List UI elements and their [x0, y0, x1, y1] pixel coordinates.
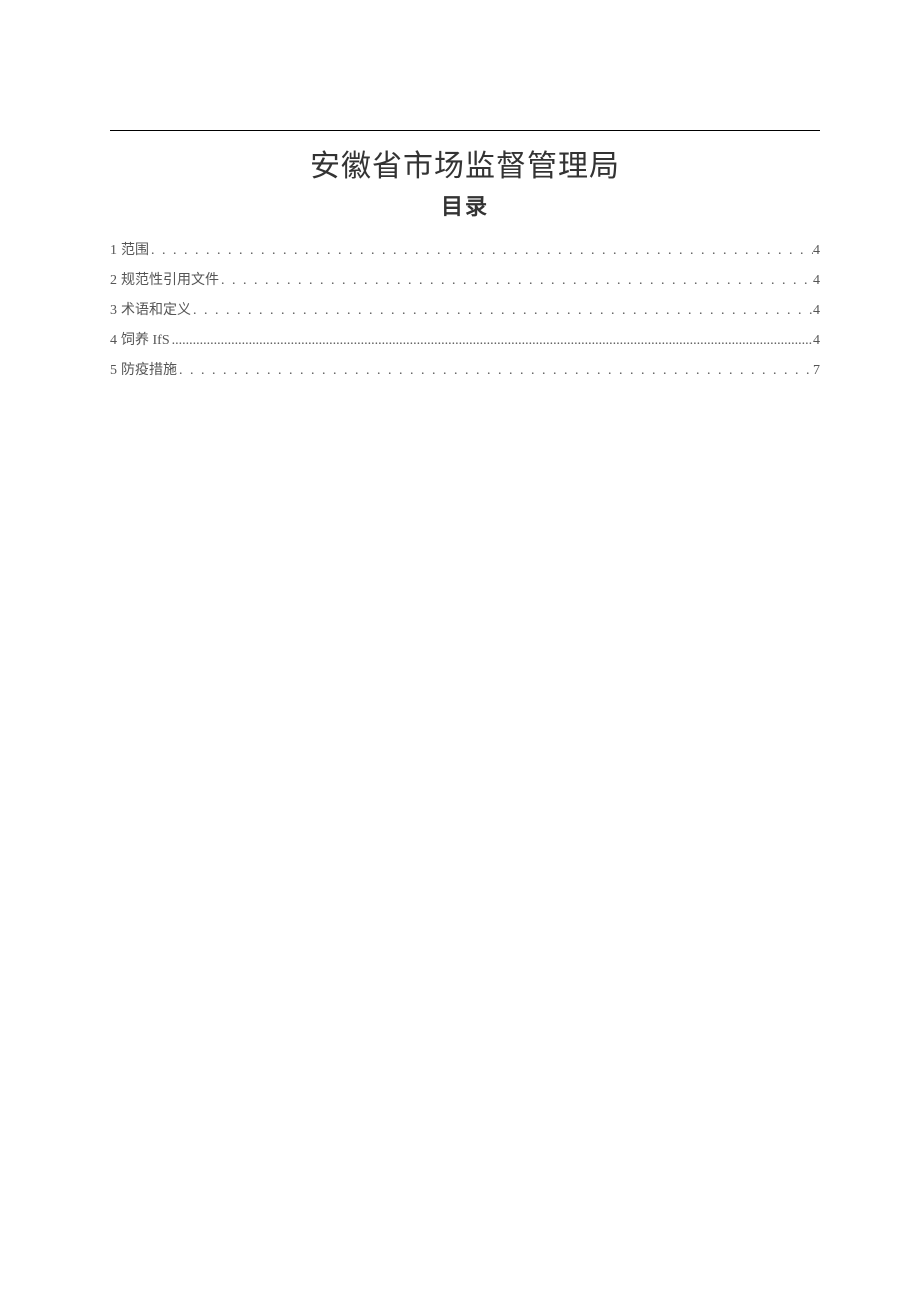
- toc-entry: 2 规范性引用文件 4: [110, 269, 820, 289]
- toc-page: 4: [813, 243, 820, 259]
- toc-number: 4: [110, 333, 117, 349]
- toc-page: 4: [813, 333, 820, 349]
- toc-entry: 3 术语和定义 4: [110, 299, 820, 319]
- toc-page: 4: [813, 273, 820, 289]
- toc-entry: 4 饲养 IfS 4: [110, 329, 820, 349]
- toc-leader: [219, 273, 813, 289]
- toc-leader: [177, 363, 813, 379]
- toc-number: 5: [110, 363, 117, 379]
- toc-entry: 1 范围 4: [110, 239, 820, 259]
- toc-text: 术语和定义: [121, 299, 191, 319]
- toc-leader: [149, 243, 813, 259]
- toc-leader: [170, 333, 813, 349]
- toc-text: 防疫措施: [121, 359, 177, 379]
- table-of-contents: 1 范围 4 2 规范性引用文件 4 3 术语和定义 4 4 饲养 IfS 4 …: [110, 239, 820, 379]
- header-divider: [110, 130, 820, 131]
- toc-page: 4: [813, 303, 820, 319]
- toc-text: 范围: [121, 239, 149, 259]
- page-subtitle: 目录: [110, 189, 820, 221]
- toc-text: 规范性引用文件: [121, 269, 219, 289]
- toc-leader: [191, 303, 813, 319]
- page-title: 安徽省市场监督管理局: [110, 141, 820, 185]
- document-page: 安徽省市场监督管理局 目录 1 范围 4 2 规范性引用文件 4 3 术语和定义…: [0, 0, 920, 379]
- toc-number: 3: [110, 303, 117, 319]
- toc-text: 饲养 IfS: [121, 329, 170, 349]
- toc-number: 2: [110, 273, 117, 289]
- toc-number: 1: [110, 243, 117, 259]
- toc-entry: 5 防疫措施 7: [110, 359, 820, 379]
- toc-page: 7: [813, 363, 820, 379]
